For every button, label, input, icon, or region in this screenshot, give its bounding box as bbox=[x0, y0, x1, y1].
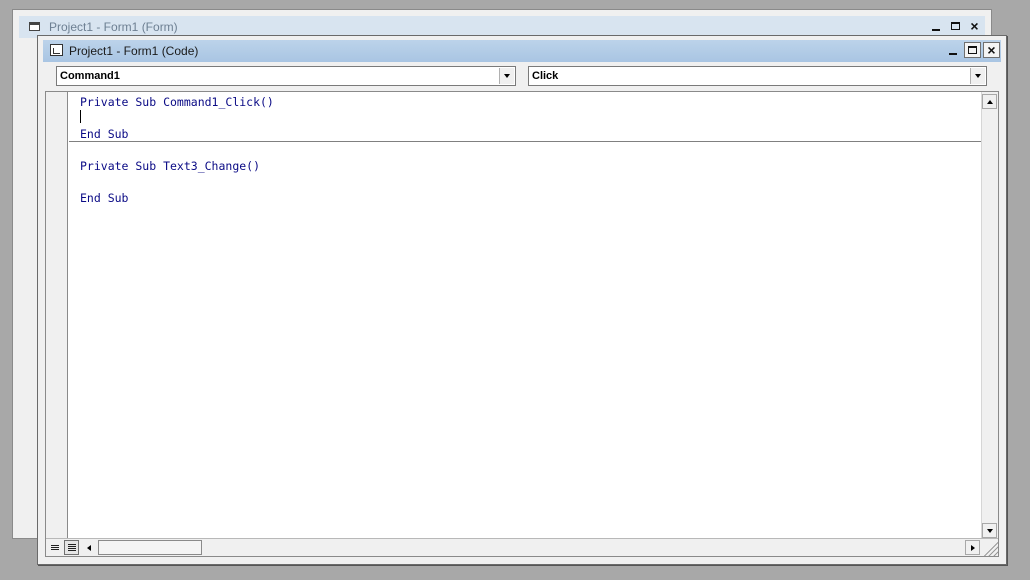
full-module-view-icon bbox=[67, 544, 76, 551]
form-window-icon bbox=[29, 22, 40, 31]
margin-indicator-bar[interactable] bbox=[46, 92, 68, 538]
code-window-controls: × bbox=[945, 42, 1000, 58]
code-window-icon bbox=[50, 44, 63, 56]
maximize-button[interactable] bbox=[947, 18, 964, 34]
horizontal-scroll-thumb[interactable] bbox=[98, 540, 202, 555]
code-line[interactable]: Private Sub Text3_Change() bbox=[80, 159, 260, 173]
close-icon: × bbox=[970, 18, 979, 34]
minimize-icon bbox=[932, 29, 940, 31]
maximize-button[interactable] bbox=[964, 42, 981, 58]
scroll-right-button[interactable] bbox=[965, 540, 980, 555]
procedure-view-icon bbox=[50, 545, 59, 550]
object-combo-dropdown-button[interactable] bbox=[499, 68, 514, 84]
arrow-down-icon bbox=[986, 528, 993, 533]
maximize-icon bbox=[951, 22, 960, 30]
code-line[interactable]: Private Sub Command1_Click() bbox=[80, 95, 274, 109]
code-editor[interactable]: Private Sub Command1_Click() End Sub Pri… bbox=[45, 91, 999, 557]
form-window-title: Project1 - Form1 (Form) bbox=[49, 20, 178, 34]
arrow-up-icon bbox=[986, 99, 993, 104]
procedure-view-button[interactable] bbox=[47, 540, 62, 555]
scroll-down-button[interactable] bbox=[982, 523, 997, 538]
minimize-icon bbox=[949, 53, 957, 55]
code-line[interactable]: End Sub bbox=[80, 191, 128, 205]
close-icon: × bbox=[987, 42, 996, 58]
code-line[interactable]: End Sub bbox=[80, 127, 128, 141]
full-module-view-button[interactable] bbox=[64, 540, 79, 555]
procedure-combo[interactable]: Click bbox=[528, 66, 987, 86]
form-window-controls: × bbox=[928, 18, 983, 34]
procedure-combo-value: Click bbox=[532, 70, 559, 82]
chevron-down-icon bbox=[504, 74, 510, 78]
object-combo-value: Command1 bbox=[60, 70, 120, 82]
scroll-left-button[interactable] bbox=[81, 540, 96, 555]
code-window-titlebar[interactable]: Project1 - Form1 (Code) × bbox=[43, 40, 1001, 62]
maximize-icon bbox=[968, 46, 977, 54]
scroll-up-button[interactable] bbox=[982, 94, 997, 109]
code-text-area[interactable]: Private Sub Command1_Click() End Sub Pri… bbox=[69, 92, 981, 538]
text-caret bbox=[80, 110, 81, 123]
close-button[interactable]: × bbox=[983, 42, 1000, 58]
vertical-scrollbar[interactable] bbox=[981, 92, 998, 538]
close-button[interactable]: × bbox=[966, 18, 983, 34]
code-window-title: Project1 - Form1 (Code) bbox=[69, 44, 199, 58]
chevron-down-icon bbox=[975, 74, 981, 78]
bottom-bar bbox=[46, 538, 998, 556]
object-combo[interactable]: Command1 bbox=[56, 66, 516, 86]
resize-grip-icon[interactable] bbox=[982, 540, 998, 556]
procedure-combo-dropdown-button[interactable] bbox=[970, 68, 985, 84]
procedure-separator bbox=[69, 141, 981, 142]
minimize-button[interactable] bbox=[945, 42, 962, 58]
minimize-button[interactable] bbox=[928, 18, 945, 34]
arrow-right-icon bbox=[970, 544, 975, 551]
code-window[interactable]: Project1 - Form1 (Code) × Command1 Click… bbox=[37, 35, 1007, 565]
arrow-left-icon bbox=[86, 544, 91, 551]
